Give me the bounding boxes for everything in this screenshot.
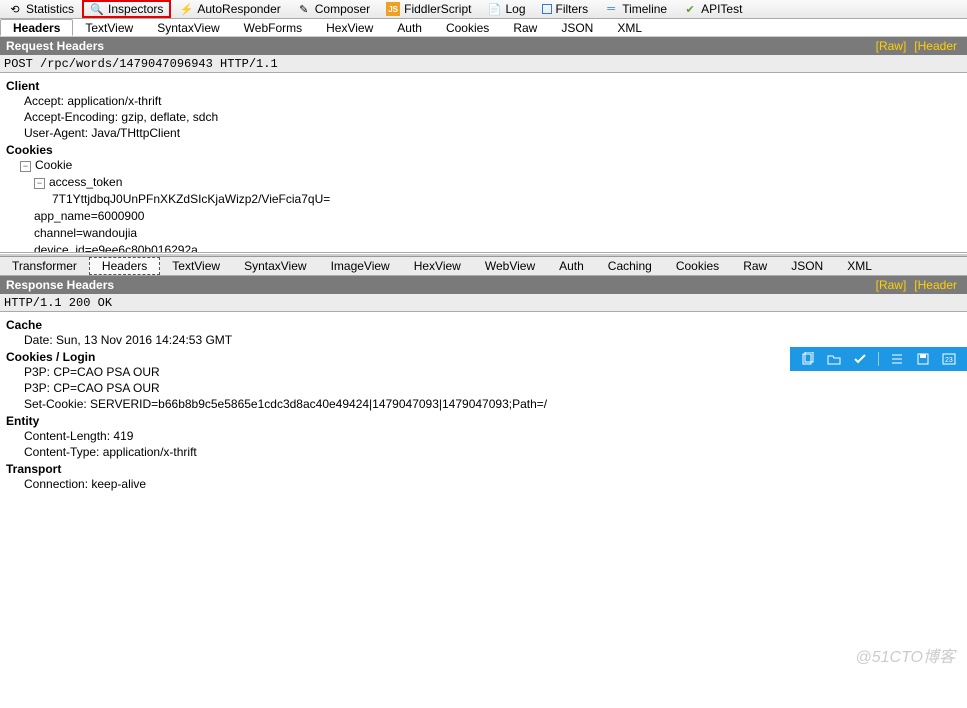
cat-entity: Entity: [6, 414, 961, 428]
tool-list-icon[interactable]: [889, 351, 905, 367]
leaf[interactable]: P3P: CP=CAO PSA OUR: [6, 380, 961, 396]
tool-copy-icon[interactable]: [800, 351, 816, 367]
cat-client: Client: [6, 79, 961, 93]
tab-timeline[interactable]: ═ Timeline: [596, 0, 675, 18]
tab-label: Timeline: [622, 2, 667, 16]
tab-autoresponder[interactable]: ⚡ AutoResponder: [171, 0, 288, 18]
request-tree[interactable]: Client Accept: application/x-thrift Acce…: [0, 73, 967, 253]
res-tab-xml[interactable]: XML: [835, 257, 884, 275]
tab-apitest[interactable]: ✔ APITest: [675, 0, 750, 18]
request-line: POST /rpc/words/1479047096943 HTTP/1.1: [0, 55, 967, 73]
res-tab-syntaxview[interactable]: SyntaxView: [232, 257, 318, 275]
node-label: access_token: [49, 175, 122, 189]
res-tab-raw[interactable]: Raw: [731, 257, 779, 275]
cookie-node[interactable]: −Cookie: [6, 157, 961, 174]
log-icon: 📄: [487, 2, 501, 16]
collapse-icon[interactable]: −: [20, 161, 31, 172]
req-tab-raw[interactable]: Raw: [501, 19, 549, 36]
leaf[interactable]: Content-Length: 419: [6, 428, 961, 444]
leaf[interactable]: Connection: keep-alive: [6, 476, 961, 492]
section-title: Request Headers: [6, 37, 104, 55]
res-tab-transformer[interactable]: Transformer: [0, 257, 89, 275]
tool-save-icon[interactable]: [915, 351, 931, 367]
stats-icon: ⟲: [8, 2, 22, 16]
tool-check-icon[interactable]: [852, 351, 868, 367]
cat-cookies: Cookies: [6, 143, 961, 157]
request-headers-bar: Request Headers [Raw] [Header: [0, 37, 967, 55]
collapse-icon[interactable]: −: [34, 178, 45, 189]
divider: [878, 352, 879, 366]
tab-fiddlerscript[interactable]: JS FiddlerScript: [378, 0, 479, 18]
tab-label: Composer: [315, 2, 370, 16]
tab-label: FiddlerScript: [404, 2, 471, 16]
res-raw-link[interactable]: [Raw]: [872, 276, 911, 294]
response-headers-bar: Response Headers [Raw] [Header: [0, 276, 967, 294]
cookie-rest[interactable]: app_name=6000900: [6, 208, 961, 225]
res-tab-imageview[interactable]: ImageView: [319, 257, 402, 275]
check-icon: ✔: [683, 2, 697, 16]
tab-label: Log: [505, 2, 525, 16]
cookie-rest[interactable]: channel=wandoujia: [6, 225, 961, 242]
cat-transport: Transport: [6, 462, 961, 476]
req-raw-link[interactable]: [Raw]: [872, 37, 911, 55]
tool-num-icon[interactable]: 23: [941, 351, 957, 367]
cat-cache: Cache: [6, 318, 961, 332]
tab-filters[interactable]: Filters: [534, 0, 597, 18]
res-tab-caching[interactable]: Caching: [596, 257, 664, 275]
request-subtab-strip: Headers TextView SyntaxView WebForms Hex…: [0, 19, 967, 37]
inspect-icon: 🔍: [90, 2, 104, 16]
tool-folder-icon[interactable]: [826, 351, 842, 367]
req-tab-headers[interactable]: Headers: [0, 19, 73, 36]
tab-label: Inspectors: [108, 2, 163, 16]
js-icon: JS: [386, 2, 400, 16]
tab-log[interactable]: 📄 Log: [479, 0, 533, 18]
req-tab-webforms[interactable]: WebForms: [232, 19, 314, 36]
leaf[interactable]: Content-Type: application/x-thrift: [6, 444, 961, 460]
res-tab-textview[interactable]: TextView: [160, 257, 232, 275]
res-tab-webview[interactable]: WebView: [473, 257, 547, 275]
req-tab-syntaxview[interactable]: SyntaxView: [145, 19, 231, 36]
main-tab-strip: ⟲ Statistics 🔍 Inspectors ⚡ AutoResponder ✎…: [0, 0, 967, 19]
svg-text:23: 23: [945, 357, 953, 364]
req-tab-hexview[interactable]: HexView: [314, 19, 385, 36]
section-title: Response Headers: [6, 276, 114, 294]
tab-label: Filters: [556, 2, 589, 16]
tab-label: APITest: [701, 2, 742, 16]
res-tab-headers[interactable]: Headers: [89, 257, 160, 275]
timeline-icon: ═: [604, 2, 618, 16]
req-tab-auth[interactable]: Auth: [385, 19, 434, 36]
tab-statistics[interactable]: ⟲ Statistics: [0, 0, 82, 18]
bolt-icon: ⚡: [179, 2, 193, 16]
leaf[interactable]: Accept-Encoding: gzip, deflate, sdch: [6, 109, 961, 125]
res-tab-json[interactable]: JSON: [779, 257, 835, 275]
floating-toolbar: 23: [790, 347, 967, 371]
res-header-link[interactable]: [Header: [910, 276, 961, 294]
req-tab-xml[interactable]: XML: [605, 19, 654, 36]
req-tab-json[interactable]: JSON: [549, 19, 605, 36]
req-header-link[interactable]: [Header: [910, 37, 961, 55]
leaf[interactable]: User-Agent: Java/THttpClient: [6, 125, 961, 141]
tab-label: AutoResponder: [197, 2, 280, 16]
req-tab-cookies[interactable]: Cookies: [434, 19, 501, 36]
response-line: HTTP/1.1 200 OK: [0, 294, 967, 312]
node-label: Cookie: [35, 158, 72, 172]
watermark: @51CTO博客: [855, 643, 955, 667]
tab-inspectors[interactable]: 🔍 Inspectors: [82, 0, 171, 18]
leaf[interactable]: Accept: application/x-thrift: [6, 93, 961, 109]
cookie-rest[interactable]: device_id=e9ee6c80b016292a: [6, 242, 961, 253]
tab-label: Statistics: [26, 2, 74, 16]
res-tab-cookies[interactable]: Cookies: [664, 257, 731, 275]
response-tree[interactable]: Cache Date: Sun, 13 Nov 2016 14:24:53 GM…: [0, 312, 967, 677]
res-tab-auth[interactable]: Auth: [547, 257, 596, 275]
tab-composer[interactable]: ✎ Composer: [289, 0, 378, 18]
leaf[interactable]: Date: Sun, 13 Nov 2016 14:24:53 GMT: [6, 332, 961, 348]
leaf[interactable]: Set-Cookie: SERVERID=b66b8b9c5e5865e1cdc…: [6, 396, 961, 412]
cookie-sub[interactable]: −access_token: [6, 174, 961, 191]
req-tab-textview[interactable]: TextView: [73, 19, 145, 36]
res-tab-hexview[interactable]: HexView: [402, 257, 473, 275]
response-tab-strip: Transformer Headers TextView SyntaxView …: [0, 257, 967, 276]
cookie-val[interactable]: 7T1YttjdbqJ0UnPFnXKZdSIcKjaWizp2/VieFcia…: [6, 191, 961, 208]
filter-icon: [542, 4, 552, 14]
compose-icon: ✎: [297, 2, 311, 16]
